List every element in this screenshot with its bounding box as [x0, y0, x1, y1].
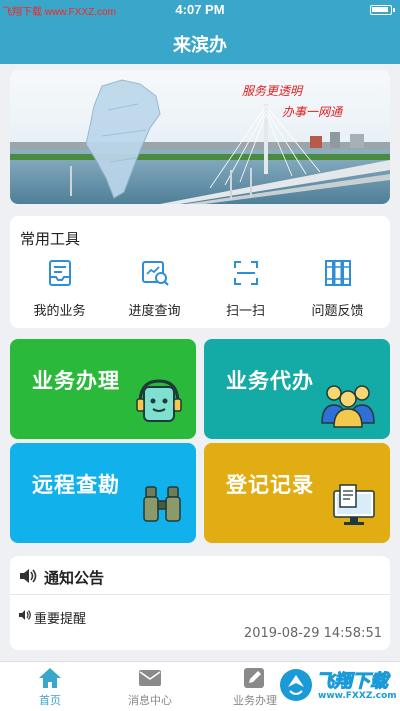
tool-feedback[interactable]: 问题反馈 — [290, 256, 385, 322]
progress-search-icon — [142, 261, 169, 286]
watermark-title: 飞翔下载 — [316, 671, 389, 693]
notice-card: 通知公告 重要提醒 2019-08-29 14:58:51 — [10, 556, 390, 650]
speaker-icon — [20, 569, 37, 583]
pencil-icon — [244, 668, 264, 688]
tile-label: 业务办理 — [32, 369, 120, 393]
watermark-logo-icon — [280, 669, 312, 701]
watermark-url: www.FXXZ.com — [318, 691, 397, 701]
tile-registration-record[interactable]: 登记记录 — [204, 443, 390, 543]
tool-label: 进度查询 — [128, 304, 181, 319]
notice-item[interactable]: 重要提醒 2019-08-29 14:58:51 — [18, 604, 382, 644]
tab-messages[interactable]: 消息中心 — [100, 662, 200, 711]
tab-label: 消息中心 — [128, 694, 172, 707]
computer-document-icon — [333, 484, 375, 525]
corner-watermark: 飞翔下载 www.FXXZ.com — [276, 665, 397, 705]
tool-label: 我的业务 — [33, 304, 86, 319]
headset-robot-icon — [136, 379, 182, 422]
tile-business-handling[interactable]: 业务办理 — [10, 339, 196, 439]
scan-icon — [234, 261, 258, 285]
notice-item-date: 2019-08-29 14:58:51 — [243, 626, 382, 641]
tile-label: 业务代办 — [226, 369, 314, 393]
page-title: 来滨办 — [173, 35, 227, 56]
tile-business-agency[interactable]: 业务代办 — [204, 339, 390, 439]
speaker-small-icon — [19, 610, 31, 620]
tool-label: 扫一扫 — [225, 304, 265, 319]
notice-title: 通知公告 — [44, 569, 105, 587]
notice-item-title: 重要提醒 — [34, 612, 87, 627]
tile-remote-survey[interactable]: 远程查勘 — [10, 443, 196, 543]
common-tools-title: 常用工具 — [20, 230, 81, 248]
common-tools-card: 常用工具 我的业务 进度查询 扫一扫 问题反馈 — [10, 216, 390, 328]
tab-label: 首页 — [39, 694, 61, 707]
banner-slogan-2: 办事一网通 — [282, 105, 343, 119]
tool-my-business[interactable]: 我的业务 — [12, 256, 107, 322]
tool-progress-query[interactable]: 进度查询 — [107, 256, 202, 322]
battery-icon — [370, 5, 395, 15]
banner-image[interactable]: 服务更透明 办事一网通 — [10, 70, 390, 204]
divider — [10, 594, 390, 595]
tile-label: 登记记录 — [226, 473, 314, 497]
tab-home[interactable]: 首页 — [0, 662, 100, 711]
tool-scan[interactable]: 扫一扫 — [198, 256, 293, 322]
binoculars-icon — [143, 486, 181, 522]
status-time: 4:07 PM — [175, 2, 225, 17]
banner-illustration — [10, 70, 390, 204]
tool-label: 问题反馈 — [311, 304, 364, 319]
inbox-icon — [49, 260, 71, 286]
status-bar: 飞翔下载 www.FXXZ.com 4:07 PM — [0, 0, 400, 20]
feedback-books-icon — [325, 260, 351, 286]
home-icon — [39, 668, 61, 688]
nav-bar: 来滨办 — [0, 20, 400, 64]
banner-slogan-1: 服务更透明 — [242, 84, 303, 98]
team-people-icon — [321, 385, 375, 428]
tile-label: 远程查勘 — [32, 473, 120, 497]
mail-icon — [139, 670, 161, 686]
